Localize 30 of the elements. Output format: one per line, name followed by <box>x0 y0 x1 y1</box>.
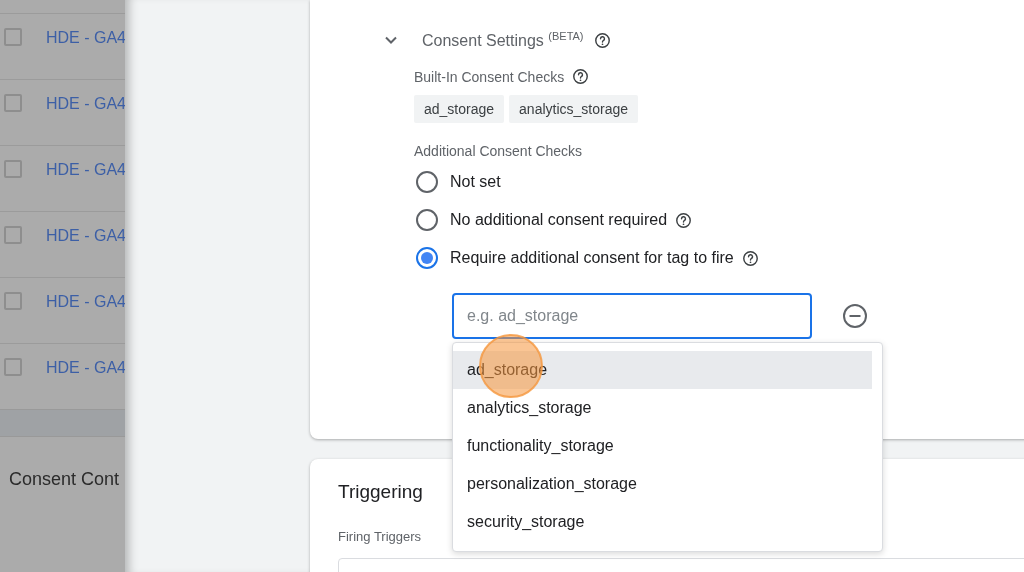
suggestion-item[interactable]: analytics_storage <box>453 389 872 428</box>
remove-icon[interactable] <box>842 303 868 330</box>
help-icon[interactable] <box>593 31 611 49</box>
consent-input-field[interactable]: e.g. ad_storage <box>452 293 812 340</box>
checkbox[interactable] <box>4 28 22 46</box>
option-label[interactable]: No additional consent required <box>450 211 668 230</box>
help-icon[interactable] <box>572 68 590 86</box>
field-label: Built-In Consent Checks <box>414 68 565 85</box>
card-title: Triggering <box>338 481 423 504</box>
suggestion-item[interactable]: security_storage <box>453 503 872 542</box>
section-title: Consent Settings $^{(BETA)}$ <box>422 30 584 51</box>
section-title: Consent Cont <box>9 469 121 490</box>
consent-chip: ad_storage <box>414 95 505 124</box>
checkbox[interactable] <box>4 226 22 244</box>
checkbox[interactable] <box>4 160 22 178</box>
radio-button[interactable] <box>416 171 438 194</box>
help-icon[interactable] <box>675 211 693 229</box>
radio-button[interactable] <box>416 247 438 270</box>
help-icon[interactable] <box>741 249 759 267</box>
suggestion-item[interactable]: personalization_storage <box>453 465 872 504</box>
option-label[interactable]: Require additional consent for tag to fire <box>450 249 734 268</box>
field-label: Firing Triggers <box>338 529 423 545</box>
suggestion-item[interactable]: functionality_storage <box>453 427 872 466</box>
option-label[interactable]: Not set <box>450 173 501 192</box>
checkbox[interactable] <box>4 358 22 376</box>
field-label: Additional Consent Checks <box>414 143 583 160</box>
consent-chip: analytics_storage <box>509 95 638 124</box>
checkbox[interactable] <box>4 292 22 310</box>
radio-button[interactable] <box>416 209 438 232</box>
checkbox[interactable] <box>4 94 22 112</box>
